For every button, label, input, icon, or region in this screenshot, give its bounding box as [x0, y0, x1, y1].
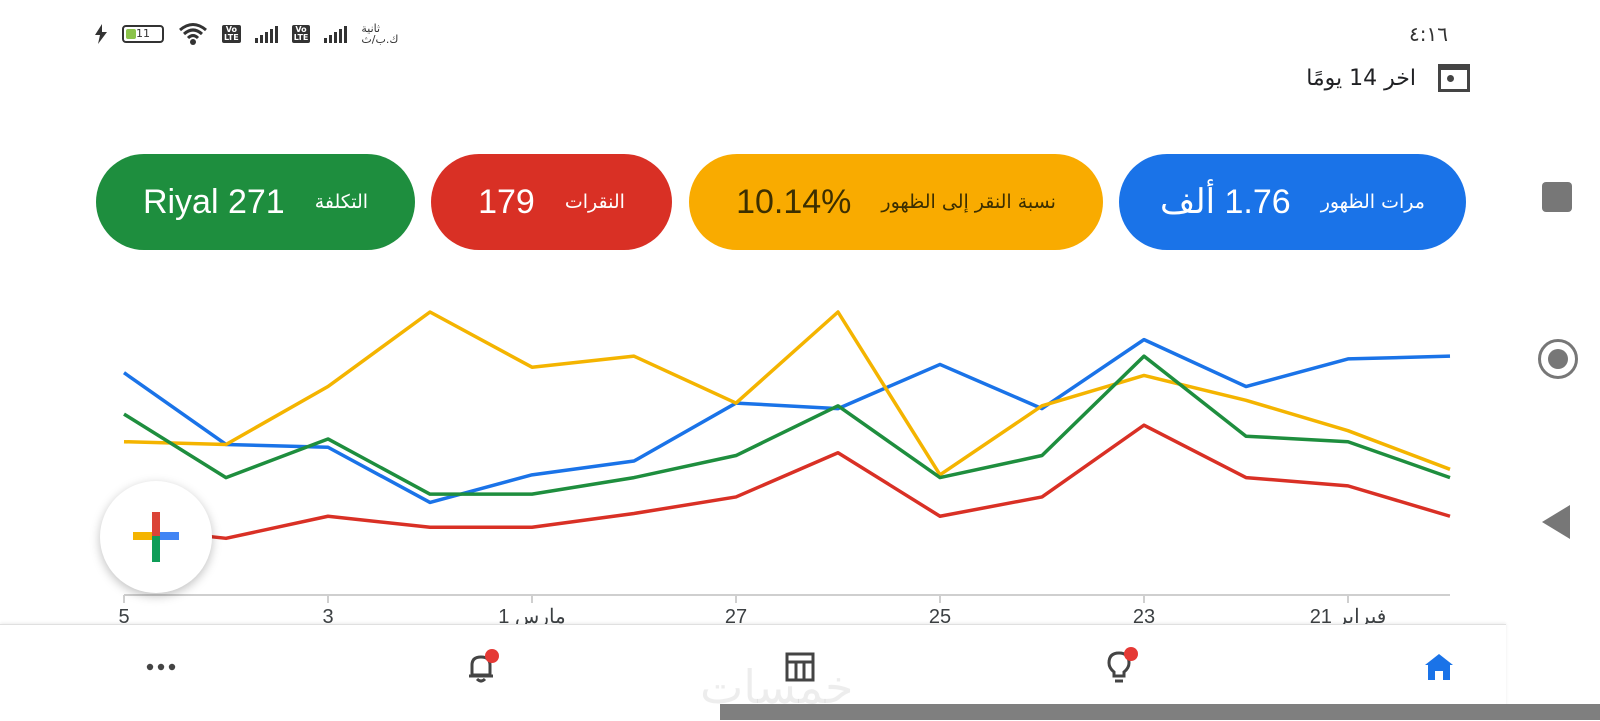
ctr-metric-chip[interactable]: نسبة النقر إلى الظهور 10.14% [689, 154, 1103, 250]
google-plus-icon [133, 512, 179, 562]
volte-icon: Vo LTE [291, 25, 311, 43]
charging-icon [95, 24, 107, 44]
back-button[interactable] [1542, 505, 1570, 539]
impressions-metric-chip[interactable]: مرات الظهور 1.76 ألف [1119, 154, 1466, 250]
clicks-value: 179 [478, 182, 535, 221]
calendar-icon [1438, 64, 1470, 92]
network-speed: ثانية ك.ب/ث [361, 22, 399, 46]
cost-metric-chip[interactable]: التكلفة Riyal 271 [96, 154, 415, 250]
volte-icon: Vo LTE [222, 25, 241, 43]
notifications-button[interactable] [459, 645, 503, 689]
wifi-icon [179, 23, 207, 45]
clicks-metric-chip[interactable]: النقرات 179 [431, 154, 672, 250]
status-bar: 11 Vo LTE Vo LTE ثانية ك.ب/ث ٤:١٦ [0, 18, 1600, 54]
date-range-selector[interactable]: اخر 14 يومًا [1306, 64, 1470, 92]
battery-icon: 11 [122, 25, 164, 43]
clicks-label: النقرات [564, 191, 625, 213]
notification-badge [485, 649, 499, 663]
cost-value: Riyal 271 [142, 182, 285, 221]
create-fab-button[interactable] [100, 481, 212, 593]
impressions-label: مرات الظهور [1320, 191, 1425, 213]
more-dots-icon [146, 663, 176, 671]
home-tab-button[interactable] [1417, 645, 1461, 689]
home-system-button[interactable] [1538, 339, 1578, 379]
home-icon [1425, 654, 1453, 680]
clock: ٤:١٦ [1409, 22, 1448, 46]
recommendations-button[interactable] [1097, 645, 1141, 689]
more-button[interactable] [139, 645, 183, 689]
signal-icon [254, 25, 278, 43]
recommendations-badge [1124, 647, 1138, 661]
battery-level: 11 [136, 27, 150, 40]
performance-line-chart: 531 مارس 27 25 23 21 فبراير [118, 310, 1451, 628]
ctr-label: نسبة النقر إلى الظهور [881, 191, 1056, 213]
date-range-label: اخر 14 يومًا [1306, 65, 1416, 91]
status-icons: 11 Vo LTE Vo LTE ثانية ك.ب/ث [94, 22, 398, 46]
system-navigation-bar [1520, 0, 1600, 720]
chart-series-group [122, 310, 1451, 541]
cost-label: التكلفة [314, 191, 369, 213]
chart-series-line-2 [123, 310, 1451, 477]
signal-icon [324, 25, 348, 43]
ctr-value: 10.14% [736, 182, 852, 221]
impressions-value: 1.76 ألف [1160, 183, 1291, 221]
overlay-strip [720, 704, 1600, 720]
recents-button[interactable] [1542, 182, 1572, 212]
